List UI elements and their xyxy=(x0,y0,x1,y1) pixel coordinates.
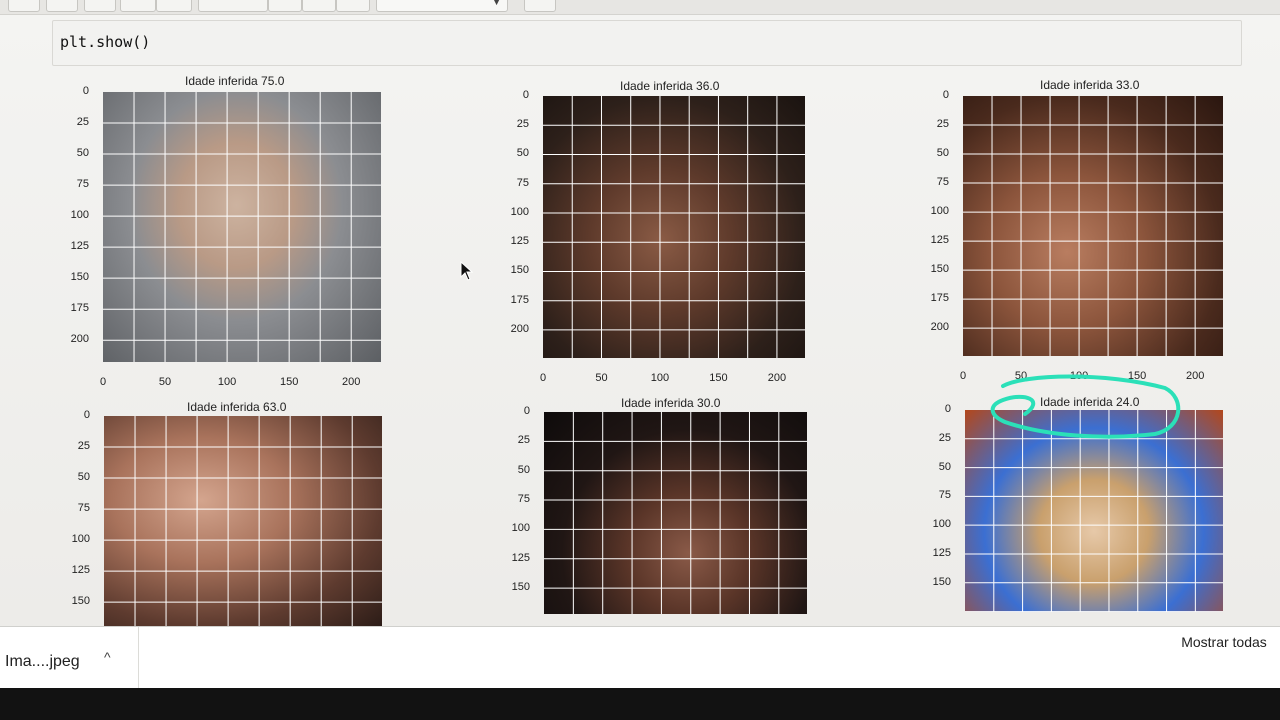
y-tick-label: 75 xyxy=(938,489,951,502)
y-tick-label: 100 xyxy=(511,522,530,535)
bald-man-face-image xyxy=(104,416,382,626)
download-file-name: Ima....jpeg xyxy=(5,653,80,670)
toolbar-button[interactable] xyxy=(268,0,302,12)
x-tick-label: 100 xyxy=(217,376,237,388)
y-tick-label: 75 xyxy=(77,502,90,515)
x-tick-label: 0 xyxy=(959,370,967,382)
y-tick-label: 50 xyxy=(76,147,89,160)
elderly-woman-face-image xyxy=(103,92,381,362)
x-tick-label: 0 xyxy=(539,372,547,384)
chevron-up-icon[interactable]: ^ xyxy=(104,649,111,665)
image-gridlines xyxy=(103,92,381,362)
y-tick-label: 75 xyxy=(76,178,89,191)
y-tick-label: 100 xyxy=(930,205,949,218)
y-tick-label: 25 xyxy=(938,431,951,444)
y-tick-label: 125 xyxy=(70,240,89,253)
toolbar-button[interactable] xyxy=(302,0,336,12)
y-tick-label: 200 xyxy=(930,321,949,334)
x-tick-label: 200 xyxy=(342,376,361,388)
image-gridlines xyxy=(963,96,1223,356)
image-gridlines xyxy=(544,412,807,614)
download-bar: Ima....jpeg ^ Mostrar todas xyxy=(0,626,1280,689)
y-tick-label: 0 xyxy=(944,403,951,415)
code-text: plt.show() xyxy=(60,33,151,51)
y-tick-label: 200 xyxy=(510,322,529,335)
young-man-face-image xyxy=(543,96,805,358)
toolbar-button[interactable] xyxy=(156,0,192,12)
cell-type-select[interactable]: ▼ xyxy=(376,0,508,12)
subplot-title: Idade inferida 33.0 xyxy=(1040,78,1140,92)
y-tick-label: 125 xyxy=(510,235,529,248)
y-tick-label: 0 xyxy=(82,85,89,97)
notebook-window: ▼ plt.show() Idade inferida 75.0 0 25 50 75 1… xyxy=(0,0,1280,688)
x-tick-label: 150 xyxy=(709,372,728,384)
download-item[interactable]: Ima....jpeg ^ xyxy=(0,627,139,689)
notebook-toolbar: ▼ xyxy=(0,0,1280,15)
y-tick-label: 100 xyxy=(70,209,89,222)
toolbar-button[interactable] xyxy=(336,0,370,12)
mouse-cursor-icon xyxy=(460,261,474,281)
y-tick-label: 0 xyxy=(523,405,530,417)
y-tick-label: 50 xyxy=(936,147,949,160)
y-tick-label: 150 xyxy=(511,581,530,594)
image-gridlines xyxy=(543,96,805,358)
toolbar-button[interactable] xyxy=(120,0,156,12)
y-tick-label: 25 xyxy=(77,440,90,453)
x-tick-label: 50 xyxy=(158,376,172,388)
man-face-image xyxy=(963,96,1223,356)
x-tick-label: 100 xyxy=(650,372,670,384)
y-tick-label: 150 xyxy=(932,575,951,588)
y-tick-label: 50 xyxy=(517,463,530,476)
toolbar-button[interactable] xyxy=(8,0,40,12)
toolbar-button[interactable] xyxy=(84,0,116,12)
y-tick-label: 150 xyxy=(930,263,949,276)
image-gridlines xyxy=(104,416,382,626)
y-tick-label: 25 xyxy=(516,118,529,131)
y-tick-label: 100 xyxy=(510,205,529,218)
y-tick-label: 100 xyxy=(932,518,951,531)
y-tick-label: 125 xyxy=(71,564,90,577)
code-cell[interactable]: plt.show() xyxy=(52,20,1242,66)
y-tick-label: 150 xyxy=(71,595,90,608)
y-tick-label: 150 xyxy=(510,264,529,277)
y-tick-label: 25 xyxy=(517,434,530,447)
screen-bezel xyxy=(0,688,1280,720)
y-tick-label: 100 xyxy=(71,533,90,546)
y-tick-label: 0 xyxy=(83,409,90,421)
y-tick-label: 50 xyxy=(77,471,90,484)
y-tick-label: 200 xyxy=(70,333,89,346)
y-tick-label: 0 xyxy=(942,89,949,101)
x-tick-label: 0 xyxy=(99,376,107,388)
y-tick-label: 75 xyxy=(517,493,530,506)
x-tick-label: 150 xyxy=(279,376,299,388)
y-tick-label: 150 xyxy=(70,271,89,284)
highlight-annotation xyxy=(990,374,1181,439)
chevron-down-icon: ▼ xyxy=(492,0,501,7)
y-tick-label: 50 xyxy=(516,147,529,160)
y-tick-label: 25 xyxy=(76,116,89,129)
subplot-title: Idade inferida 30.0 xyxy=(621,396,721,410)
y-tick-label: 175 xyxy=(930,292,949,305)
y-tick-label: 175 xyxy=(70,302,89,315)
subplot-title: Idade inferida 75.0 xyxy=(185,74,285,88)
y-tick-label: 75 xyxy=(516,176,529,189)
y-tick-label: 50 xyxy=(938,460,951,473)
output-figure: Idade inferida 75.0 0 25 50 75 100 125 150 175 20… xyxy=(0,66,1280,626)
woman-face-image xyxy=(544,412,807,614)
y-tick-label: 0 xyxy=(522,89,529,101)
y-tick-label: 175 xyxy=(510,293,529,306)
toolbar-button[interactable] xyxy=(46,0,78,12)
show-all-button[interactable]: Mostrar todas xyxy=(1168,627,1280,653)
toolbar-button[interactable] xyxy=(198,0,268,12)
y-tick-label: 125 xyxy=(930,234,949,247)
x-tick-label: 50 xyxy=(595,372,608,384)
y-tick-label: 25 xyxy=(936,118,949,131)
x-tick-label: 200 xyxy=(767,372,787,384)
subplot-title: Idade inferida 63.0 xyxy=(187,400,287,414)
keyboard-button[interactable] xyxy=(524,0,556,12)
y-tick-label: 125 xyxy=(511,551,530,564)
y-tick-label: 125 xyxy=(932,546,951,559)
subplot-title: Idade inferida 36.0 xyxy=(620,79,720,93)
y-tick-label: 75 xyxy=(936,176,949,189)
